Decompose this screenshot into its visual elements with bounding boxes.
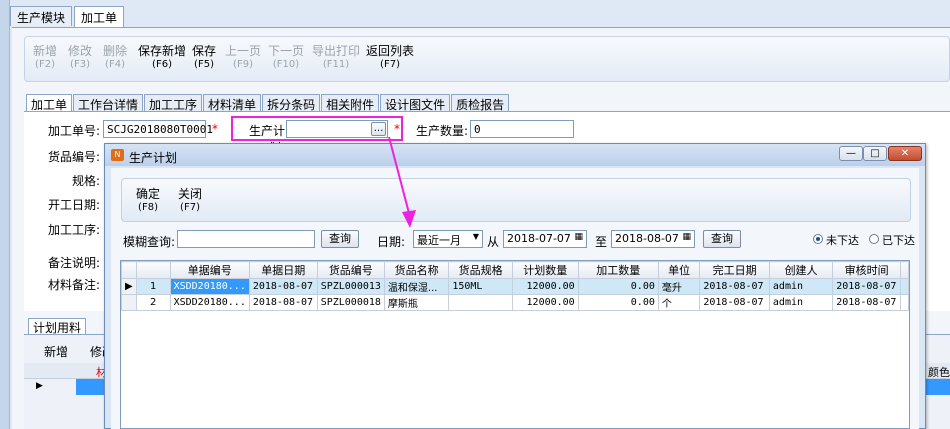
annotation-arrow (388, 136, 416, 228)
arrow-head (402, 210, 416, 228)
arrow-line (388, 136, 411, 218)
